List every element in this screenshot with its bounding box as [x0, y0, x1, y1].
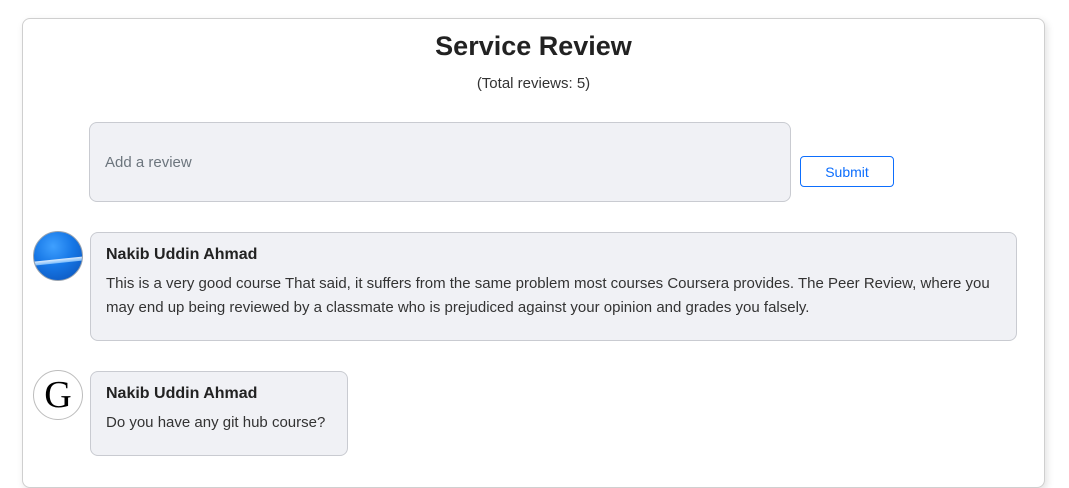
avatar: G	[33, 370, 83, 420]
service-review-card: Service Review (Total reviews: 5) Submit…	[22, 18, 1045, 488]
review-item: Nakib Uddin Ahmad Do you have any git hu…	[90, 371, 348, 456]
review-text: Do you have any git hub course?	[106, 414, 326, 431]
globe-icon	[34, 256, 82, 266]
review-item: Nakib Uddin Ahmad This is a very good co…	[90, 232, 1017, 341]
review-input[interactable]	[89, 122, 791, 202]
submit-button[interactable]: Submit	[800, 156, 894, 187]
total-reviews-count: (Total reviews: 5)	[476, 75, 591, 92]
letter-g-icon: G	[44, 374, 72, 416]
review-text: This is a very good course That said, it…	[106, 275, 990, 316]
review-author: Nakib Uddin Ahmad	[106, 246, 258, 263]
page-title: Service Review	[435, 31, 632, 61]
review-author: Nakib Uddin Ahmad	[106, 385, 258, 402]
avatar	[33, 231, 83, 281]
